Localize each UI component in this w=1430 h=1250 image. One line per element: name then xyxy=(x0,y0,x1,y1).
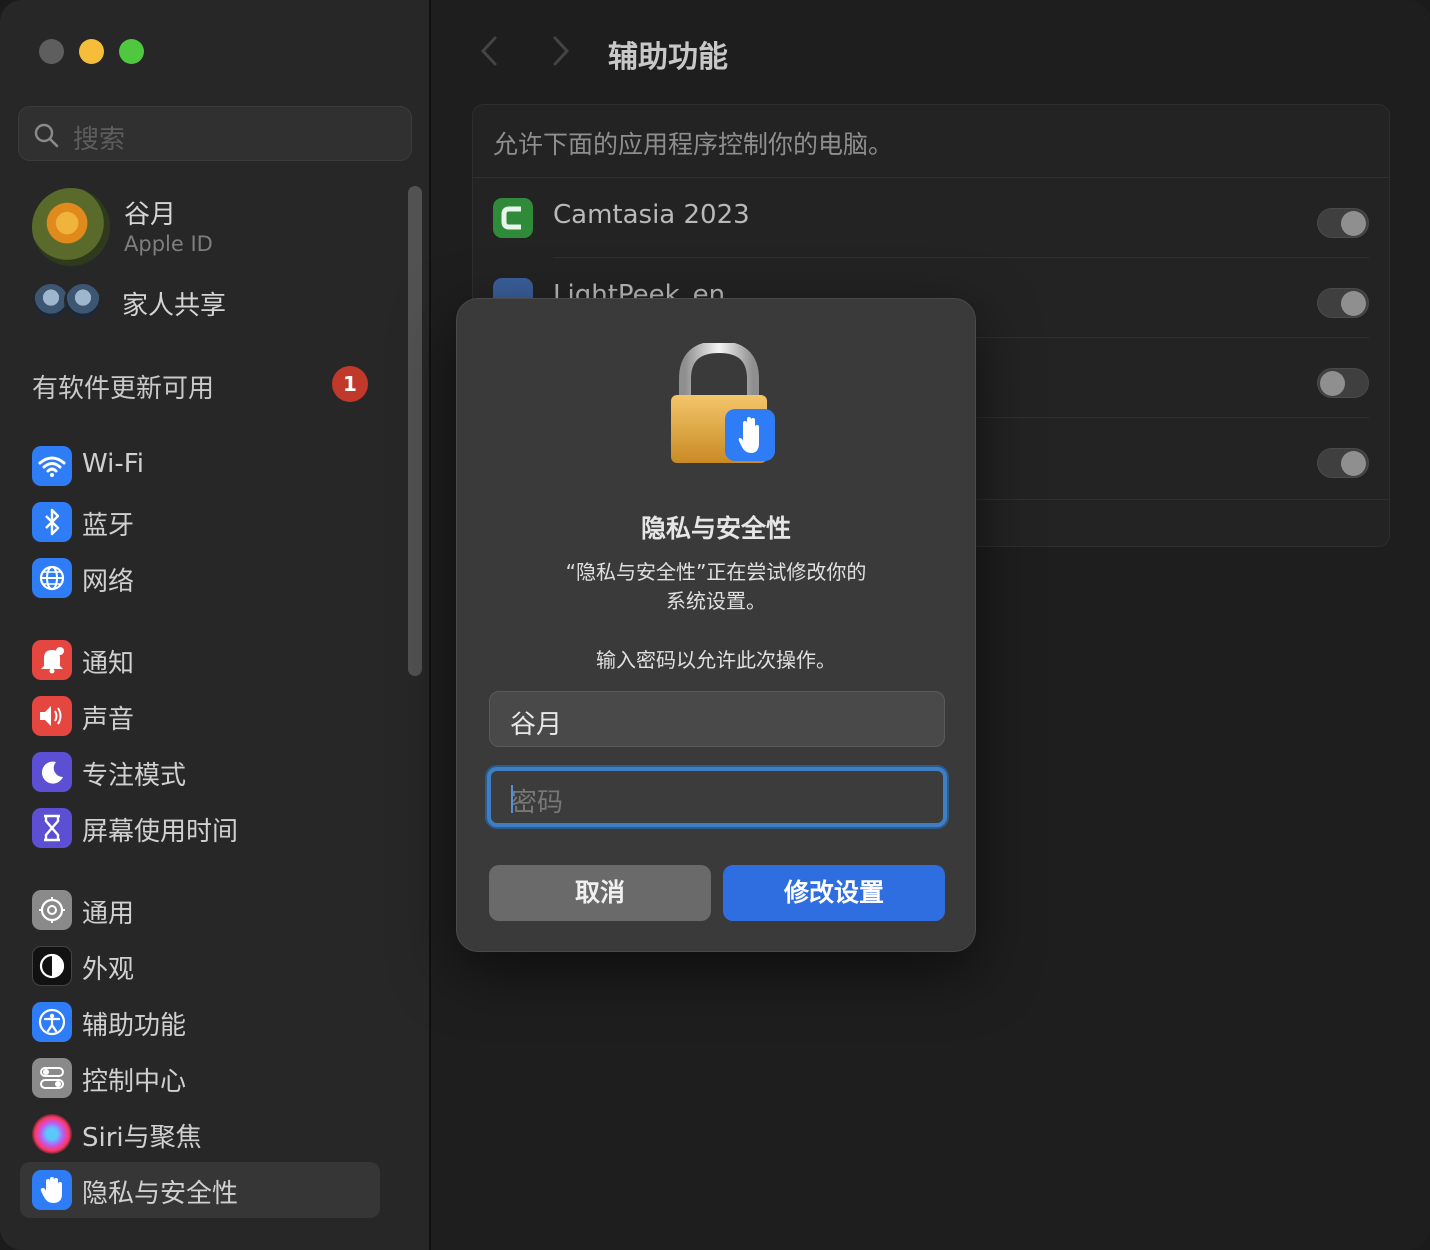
sidebar-item-label: Siri与聚焦 xyxy=(82,1123,202,1153)
app-name: Camtasia 2023 xyxy=(553,200,750,230)
accessibility-icon xyxy=(32,1002,72,1042)
sidebar-item-label: 通用 xyxy=(82,899,135,929)
sidebar-item-wifi[interactable]: Wi-Fi xyxy=(20,438,380,494)
dialog-message-line1: “隐私与安全性”正在尝试修改你的 xyxy=(565,560,867,584)
sidebar-item-label: 屏幕使用时间 xyxy=(82,817,239,847)
sidebar-item-notifications[interactable]: 通知 xyxy=(20,632,380,688)
gear-icon xyxy=(32,890,72,930)
system-settings-window: 搜索 谷月 Apple ID 家人共享 有软件更新可用 1 Wi-Fi 蓝牙 网… xyxy=(0,0,1430,1250)
sidebar-item-screen-time[interactable]: 屏幕使用时间 xyxy=(20,800,380,856)
sidebar-item-label: 声音 xyxy=(82,705,135,735)
dialog-prompt: 输入密码以允许此次操作。 xyxy=(596,648,836,672)
text-caret xyxy=(511,785,513,813)
page-title: 辅助功能 xyxy=(608,40,728,75)
search-placeholder: 搜索 xyxy=(73,125,126,155)
account-name: 谷月 xyxy=(124,200,177,230)
app-toggle[interactable] xyxy=(1317,448,1369,478)
sidebar-item-privacy-security[interactable]: 隐私与安全性 xyxy=(20,1162,380,1218)
account-subtitle: Apple ID xyxy=(124,232,213,256)
minimize-window-button[interactable] xyxy=(79,39,104,64)
sidebar-item-general[interactable]: 通用 xyxy=(20,882,380,938)
search-field[interactable]: 搜索 xyxy=(18,106,412,161)
sidebar-item-label: 网络 xyxy=(82,567,135,597)
sidebar-item-label: 专注模式 xyxy=(82,761,187,791)
control-center-icon xyxy=(32,1058,72,1098)
password-field[interactable]: 密码 xyxy=(487,767,947,827)
close-window-button[interactable] xyxy=(39,39,64,64)
sidebar-scrollbar[interactable] xyxy=(408,186,422,676)
dialog-title: 隐私与安全性 xyxy=(640,514,791,543)
app-toggle[interactable] xyxy=(1317,368,1369,398)
sidebar-item-label: 蓝牙 xyxy=(82,511,135,541)
panel-description: 允许下面的应用程序控制你的电脑。 xyxy=(493,130,894,159)
zoom-window-button[interactable] xyxy=(119,39,144,64)
moon-icon xyxy=(32,752,72,792)
globe-icon xyxy=(32,558,72,598)
sidebar-item-bluetooth[interactable]: 蓝牙 xyxy=(20,494,380,550)
dialog-message-line2: 系统设置。 xyxy=(666,589,766,613)
wifi-icon xyxy=(32,446,72,486)
sidebar-item-appearance[interactable]: 外观 xyxy=(20,938,380,994)
sidebar-item-label: 通知 xyxy=(82,649,135,679)
sidebar-item-label: 隐私与安全性 xyxy=(82,1179,239,1209)
app-toggle[interactable] xyxy=(1317,288,1369,318)
list-item: Camtasia 2023 xyxy=(473,178,1389,258)
sidebar-item-network[interactable]: 网络 xyxy=(20,550,380,606)
software-update-item[interactable]: 有软件更新可用 xyxy=(32,368,214,405)
sidebar-item-control-center[interactable]: 控制中心 xyxy=(20,1050,380,1106)
app-toggle[interactable] xyxy=(1317,208,1369,238)
sidebar-item-sound[interactable]: 声音 xyxy=(20,688,380,744)
sidebar-item-label: Wi-Fi xyxy=(82,449,145,479)
speaker-icon xyxy=(32,696,72,736)
sidebar-item-label: 外观 xyxy=(82,955,135,985)
bell-icon xyxy=(32,640,72,680)
appearance-icon xyxy=(32,946,72,986)
hand-icon xyxy=(32,1170,72,1210)
family-avatar xyxy=(64,282,102,320)
bluetooth-icon xyxy=(32,502,72,542)
sidebar-item-siri[interactable]: Siri与聚焦 xyxy=(20,1106,380,1162)
camtasia-app-icon xyxy=(493,198,533,238)
sidebar-item-label: 控制中心 xyxy=(82,1067,187,1097)
username-field[interactable]: 谷月 xyxy=(489,691,945,747)
forward-arrow-icon[interactable] xyxy=(545,34,575,68)
siri-icon xyxy=(32,1114,72,1154)
password-placeholder: 密码 xyxy=(511,788,564,818)
cancel-button[interactable]: 取消 xyxy=(489,865,711,921)
authorization-dialog: 隐私与安全性 “隐私与安全性”正在尝试修改你的 系统设置。 输入密码以允许此次操… xyxy=(456,298,976,952)
modify-settings-button[interactable]: 修改设置 xyxy=(723,865,945,921)
sidebar-item-focus[interactable]: 专注模式 xyxy=(20,744,380,800)
sidebar-item-accessibility[interactable]: 辅助功能 xyxy=(20,994,380,1050)
update-count-badge: 1 xyxy=(332,366,368,402)
family-sharing-label: 家人共享 xyxy=(122,291,227,321)
lock-icon xyxy=(671,343,775,463)
sidebar: 搜索 谷月 Apple ID 家人共享 有软件更新可用 1 Wi-Fi 蓝牙 网… xyxy=(0,0,431,1250)
username-value: 谷月 xyxy=(510,710,563,740)
avatar xyxy=(32,188,110,266)
search-icon xyxy=(34,123,59,148)
hourglass-icon xyxy=(32,808,72,848)
sidebar-item-label: 辅助功能 xyxy=(82,1011,187,1041)
back-arrow-icon[interactable] xyxy=(475,34,505,68)
